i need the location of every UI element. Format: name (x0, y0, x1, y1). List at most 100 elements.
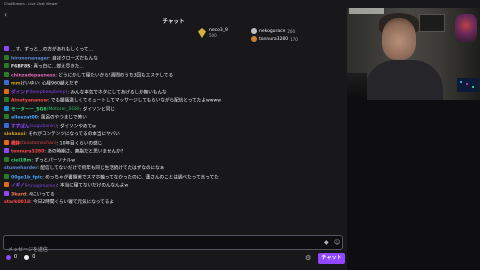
chat-username[interactable]: alleezat00 (11, 116, 38, 121)
stream-video[interactable] (347, 8, 480, 100)
figure-decoration (455, 14, 477, 42)
leaderboard-points: 170 (290, 36, 298, 42)
user-badge-icon[interactable] (4, 114, 9, 119)
rgb-light (466, 83, 468, 85)
leaderboard-first-points: 500 (209, 33, 217, 38)
leaderboard-item[interactable]: nekogurace 200 (251, 28, 295, 34)
chat-message-text: : 本当に寝てないだけのんなんよw (57, 183, 129, 189)
rank-2-icon (251, 28, 257, 34)
chat-message-text: : 10年目くらいの感じ (56, 141, 103, 146)
leaderboard-item[interactable]: tonnura3280 170 (251, 36, 298, 42)
user-badge-icon[interactable] (4, 139, 9, 145)
leaderboard-first[interactable]: neco3_9 500 (198, 28, 228, 38)
emote-icon[interactable]: ☺ (334, 239, 340, 246)
chat-message[interactable]: すずぱん(sugubanin): ダイソンやめてw (0, 122, 347, 132)
channel-points-icon (24, 254, 30, 260)
chat-message-text: : ダイソンと同じ (79, 107, 115, 112)
chat-message-text: : みんな本気でネタにしてあげるしか無いもんな (67, 90, 167, 95)
points-a: 0 (14, 254, 18, 260)
chat-message[interactable]: モーターー_SG8(Motorer_SG8): ダイソンと同じ (0, 105, 347, 115)
chat-username[interactable]: hirononanager (11, 56, 49, 61)
chat-username[interactable]: すずぱん (11, 124, 29, 129)
chat-username[interactable]: F6BF8S (11, 65, 30, 70)
chat-username[interactable]: Ainatyananow (11, 99, 48, 104)
chat-message[interactable]: stumeharder: 配信してないだけで何年も同じ生活続けてたはずなのになぁ (0, 165, 347, 174)
chat-username[interactable]: ノギノレ (11, 184, 29, 189)
chat-message[interactable]: hirononanager: 自ぼクローズだもんな (0, 54, 347, 64)
gear-icon[interactable]: ⚙ (305, 254, 311, 262)
chat-username[interactable]: siokasui (4, 132, 25, 137)
chat-message[interactable]: F6BF8S: 真っ白に…燃え尽きた… (0, 63, 347, 72)
chat-message[interactable]: tonnura3280: あの時期さ、無脂だと思いませんか? (0, 148, 347, 157)
window-titlebar: ChatStream - Live Chat Viewer (0, 0, 480, 8)
user-badge-icon[interactable] (4, 63, 9, 68)
user-badge-icon[interactable] (4, 54, 9, 60)
chat-message[interactable]: 00go1b_fpic: めっちゃが書類美でスマホ軸ってなかったのに、蓮さんのこ… (0, 173, 347, 183)
user-badge-icon[interactable] (4, 190, 9, 196)
user-badge-icon[interactable] (4, 148, 9, 153)
chat-message[interactable]: ダインド(beepbeepbeep): みんな本気でネタにしてあげるしか無いもん… (0, 88, 347, 98)
rgb-device (457, 78, 479, 92)
chat-message-list[interactable]: …す、ずっと…の方があれもしくって… hirononanager: 自ぼクローズだ… (0, 46, 347, 234)
chat-message-text: : 4にいってる (26, 192, 55, 197)
chat-username[interactable]: stark0018 (4, 200, 30, 205)
chat-username-login[interactable]: (nogimonio) (29, 184, 57, 189)
chat-username-login[interactable]: (tosatomochan) (20, 141, 56, 146)
leaderboard[interactable]: neco3_9 500 nekogurace 200 tonnura3280 1… (198, 22, 318, 46)
chat-message[interactable]: mmけいゆい: 心経960越えだぞ (0, 80, 347, 89)
chat-username[interactable]: chinzadepaeness (11, 73, 55, 78)
streamer-face (382, 18, 416, 60)
chat-username[interactable]: 00go1b_fpic (11, 175, 42, 180)
chat-message[interactable]: alleezat00: 風呂のやつまじで怖い (0, 114, 347, 123)
chat-username[interactable]: stumeharder (4, 166, 37, 171)
chat-message-text: : それがコンテンツになってるの本当にヤバい (25, 132, 120, 137)
chat-username[interactable]: 橋鉢 (11, 141, 20, 146)
chat-username[interactable]: ciel1Bm (11, 158, 31, 163)
channel-points[interactable]: 0 0 (6, 254, 35, 260)
user-badge-icon[interactable] (4, 122, 9, 128)
send-chat-button[interactable]: チャット (318, 253, 345, 264)
rgb-light (472, 86, 474, 88)
chat-message-text: : 配信してないだけで何年も同じ生活続けてたはずなのになぁ (37, 166, 165, 171)
chat-message-text: けいゆい: 心経960越えだぞ (20, 81, 79, 87)
chat-username-login[interactable]: (sugubanin) (29, 124, 57, 129)
chat-username[interactable]: tonnura3280 (11, 150, 44, 155)
user-badge-icon[interactable] (4, 105, 9, 111)
chat-message[interactable]: …す、ずっと…の方があれもしくって… (0, 46, 347, 55)
chat-username[interactable]: モーターー_SG8 (11, 107, 47, 112)
user-badge-icon[interactable] (4, 173, 9, 179)
chat-message[interactable]: siokasui: それがコンテンツになってるの本当にヤバい (0, 131, 347, 140)
user-badge-icon[interactable] (4, 88, 9, 94)
user-badge-icon[interactable] (4, 46, 9, 51)
chat-message[interactable]: 橋鉢(tosatomochan): 10年目くらいの感じ (0, 139, 347, 149)
chat-message-text: : どうにかして寝たいから!週間のうち3回もエステしてる (55, 73, 174, 78)
chevron-left-icon[interactable]: ‹ (4, 10, 7, 20)
user-badge-icon[interactable] (4, 71, 9, 77)
chat-message[interactable]: ciel1Bm: ずっとパーソナルw (0, 156, 347, 166)
chat-username[interactable]: ダインド (11, 90, 29, 95)
chat-username-login[interactable]: (beepbeepbeep) (29, 90, 67, 95)
chat-username-login[interactable]: (Motorer_SG8) (47, 107, 80, 112)
user-badge-icon[interactable] (4, 182, 9, 187)
chat-footer: 0 0 ⚙ チャット (0, 252, 347, 266)
chat-message-text: : 今日2時間くらい寝て元気になってるよ (30, 200, 114, 205)
chat-input-box[interactable]: ◆ ☺ (3, 235, 343, 257)
chat-username[interactable]: 3kurd (11, 192, 26, 197)
chat-message[interactable]: 3kurd: 4にいってる (0, 190, 347, 200)
user-badge-icon[interactable] (4, 156, 9, 162)
chat-title: チャット (162, 19, 185, 25)
chat-message-text: : 自ぼクローズだもんな (49, 56, 98, 61)
chat-message-text: : めっちゃが書類美でスマホ軸ってなかったのに、蓮さんのことは調べたって言ってた (42, 175, 219, 180)
chat-message-text: : ずっとパーソナルw (31, 158, 76, 163)
leaderboard-name: tonnura3280 (259, 36, 289, 42)
streamer-body (365, 60, 443, 100)
chat-username[interactable]: mm (11, 82, 21, 87)
chat-message[interactable]: chinzadepaeness: どうにかして寝たいから!週間のうち3回もエステ… (0, 71, 347, 81)
bits-icon[interactable]: ◆ (324, 239, 329, 246)
chat-message[interactable]: ノギノレ(nogimonio): 本当に寝てないだけのんなんよw (0, 182, 347, 191)
chat-message[interactable]: stark0018: 今日2時間くらい寝て元気になってるよ (0, 199, 347, 208)
window-title: ChatStream - Live Chat Viewer (4, 2, 58, 6)
user-badge-icon[interactable] (4, 97, 9, 102)
chat-message[interactable]: Ainatyananow: でも腰痛激しくてミュートしてマッサージしてもらいなが… (0, 97, 347, 106)
user-badge-icon[interactable] (4, 80, 9, 85)
